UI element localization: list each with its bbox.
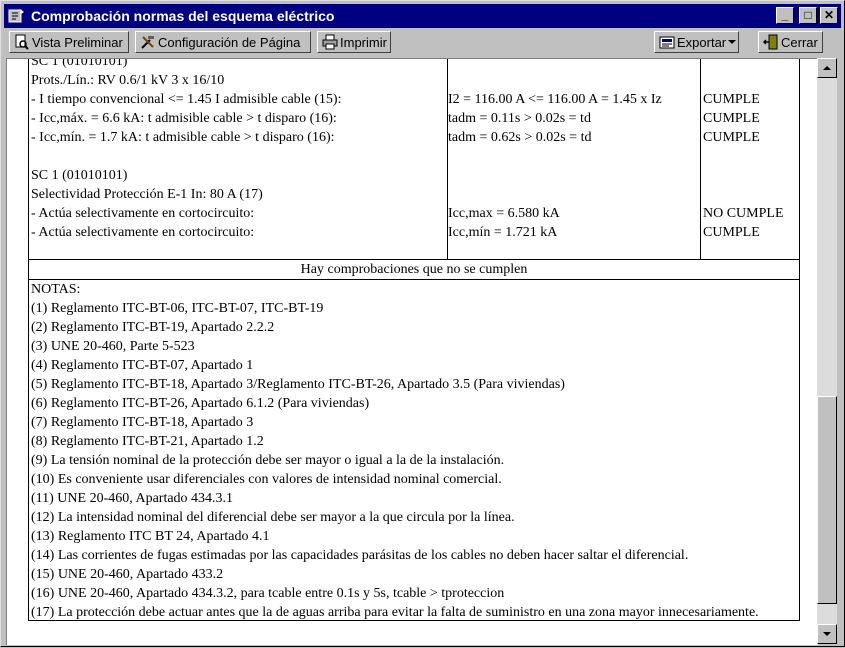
row-desc: - Icc,máx. = 6.6 kA: t admisible cable >… (31, 111, 337, 126)
note-item: (3) UNE 20-460, Parte 5-523 (31, 339, 195, 354)
row-desc: Selectividad Protección E-1 In: 80 A (17… (31, 187, 263, 202)
row-value: Icc,mín = 1.721 kA (448, 225, 558, 240)
row-result: CUMPLE (703, 130, 760, 145)
notes-title: NOTAS: (31, 282, 81, 297)
export-button[interactable]: Exportar (654, 31, 739, 53)
note-item: (16) UNE 20-460, Apartado 434.3.2, para … (31, 586, 505, 601)
title-bar[interactable]: Comprobación normas del esquema eléctric… (4, 4, 841, 28)
row-result: CUMPLE (703, 225, 760, 240)
print-label: Imprimir (340, 34, 387, 50)
report-page: SC 1 (01010101) Prots./Lín.: RV 0.6/1 kV… (28, 58, 800, 621)
row-desc: - Actúa selectivamente en cortocircuito: (31, 206, 255, 221)
note-item: (7) Reglamento ITC-BT-18, Apartado 3 (31, 415, 254, 430)
note-item: (8) Reglamento ITC-BT-21, Apartado 1.2 (31, 434, 264, 449)
note-item: (17) La protección debe actuar antes que… (31, 605, 759, 620)
row-value: tadm = 0.62s > 0.02s = td (448, 130, 592, 145)
preview-button[interactable]: Vista Preliminar (9, 31, 129, 53)
note-item: (13) Reglamento ITC BT 24, Apartado 4.1 (31, 529, 270, 544)
preview-icon (15, 34, 29, 50)
report-viewport[interactable]: SC 1 (01010101) Prots./Lín.: RV 0.6/1 kV… (6, 58, 818, 645)
row-value: tadm = 0.11s > 0.02s = td (448, 111, 591, 126)
row-result: CUMPLE (703, 92, 760, 107)
toolbar: Vista Preliminar Configuración de Página… (4, 29, 841, 55)
row-value: I2 = 116.00 A <= 116.00 A = 1.45 x Iz (448, 92, 662, 107)
row-value: Icc,max = 6.580 kA (448, 206, 560, 221)
maximize-icon: □ (804, 8, 812, 22)
note-item: (10) Es conveniente usar diferenciales c… (31, 472, 502, 487)
arrow-up-icon (823, 66, 831, 70)
note-item: (5) Reglamento ITC-BT-18, Apartado 3/Reg… (31, 377, 565, 392)
note-item: (4) Reglamento ITC-BT-07, Apartado 1 (31, 358, 254, 373)
printer-icon (322, 34, 338, 50)
note-item: (12) La intensidad nominal del diferenci… (31, 510, 515, 525)
export-icon (659, 36, 675, 49)
row-desc: SC 1 (01010101) (31, 168, 128, 183)
close-button[interactable]: Cerrar (758, 31, 823, 53)
column-divider (700, 59, 701, 259)
arrow-down-icon (823, 632, 831, 636)
note-item: (15) UNE 20-460, Apartado 433.2 (31, 567, 224, 582)
vertical-scrollbar[interactable] (817, 58, 837, 644)
row-desc: Prots./Lín.: RV 0.6/1 kV 3 x 16/10 (31, 73, 225, 88)
preview-label: Vista Preliminar (32, 34, 123, 50)
close-label: Cerrar (781, 34, 818, 50)
scroll-up-button[interactable] (817, 58, 837, 78)
page-setup-button[interactable]: Configuración de Página (135, 31, 311, 53)
close-icon: ✕ (823, 8, 835, 22)
row-result: CUMPLE (703, 111, 760, 126)
note-item: (6) Reglamento ITC-BT-26, Apartado 6.1.2… (31, 396, 370, 411)
minimize-button[interactable]: _ (776, 7, 794, 24)
row-result: NO CUMPLE (703, 206, 784, 221)
dropdown-arrow-icon (728, 40, 737, 44)
maximize-button[interactable]: □ (799, 7, 817, 24)
row-desc: - I tiempo convencional <= 1.45 I admisi… (31, 92, 342, 107)
report-window: Comprobación normas del esquema eléctric… (0, 0, 845, 647)
note-item: (9) La tensión nominal de la protección … (31, 453, 505, 468)
summary-message: Hay comprobaciones que no se cumplen (300, 262, 528, 277)
page-setup-label: Configuración de Página (158, 34, 301, 50)
tools-icon (141, 36, 154, 49)
note-item: (1) Reglamento ITC-BT-06, ITC-BT-07, ITC… (31, 301, 324, 316)
window-title: Comprobación normas del esquema eléctric… (31, 8, 335, 24)
note-item: (14) Las corrientes de fugas estimadas p… (31, 548, 689, 563)
row-divider (29, 279, 799, 280)
scroll-down-button[interactable] (817, 624, 837, 644)
export-label: Exportar (677, 34, 727, 50)
note-item: (2) Reglamento ITC-BT-19, Apartado 2.2.2 (31, 320, 275, 335)
exit-door-icon (763, 34, 778, 50)
print-button[interactable]: Imprimir (317, 31, 391, 53)
scroll-thumb[interactable] (817, 396, 837, 604)
app-icon (8, 9, 24, 23)
row-desc: SC 1 (01010101) (31, 58, 128, 69)
row-desc: - Icc,mín. = 1.7 kA: t admisible cable >… (31, 130, 335, 145)
note-item: (11) UNE 20-460, Apartado 434.3.1 (31, 491, 234, 506)
close-window-button[interactable]: ✕ (820, 7, 838, 24)
row-desc: - Actúa selectivamente en cortocircuito: (31, 225, 255, 240)
minimize-icon: _ (781, 8, 789, 22)
